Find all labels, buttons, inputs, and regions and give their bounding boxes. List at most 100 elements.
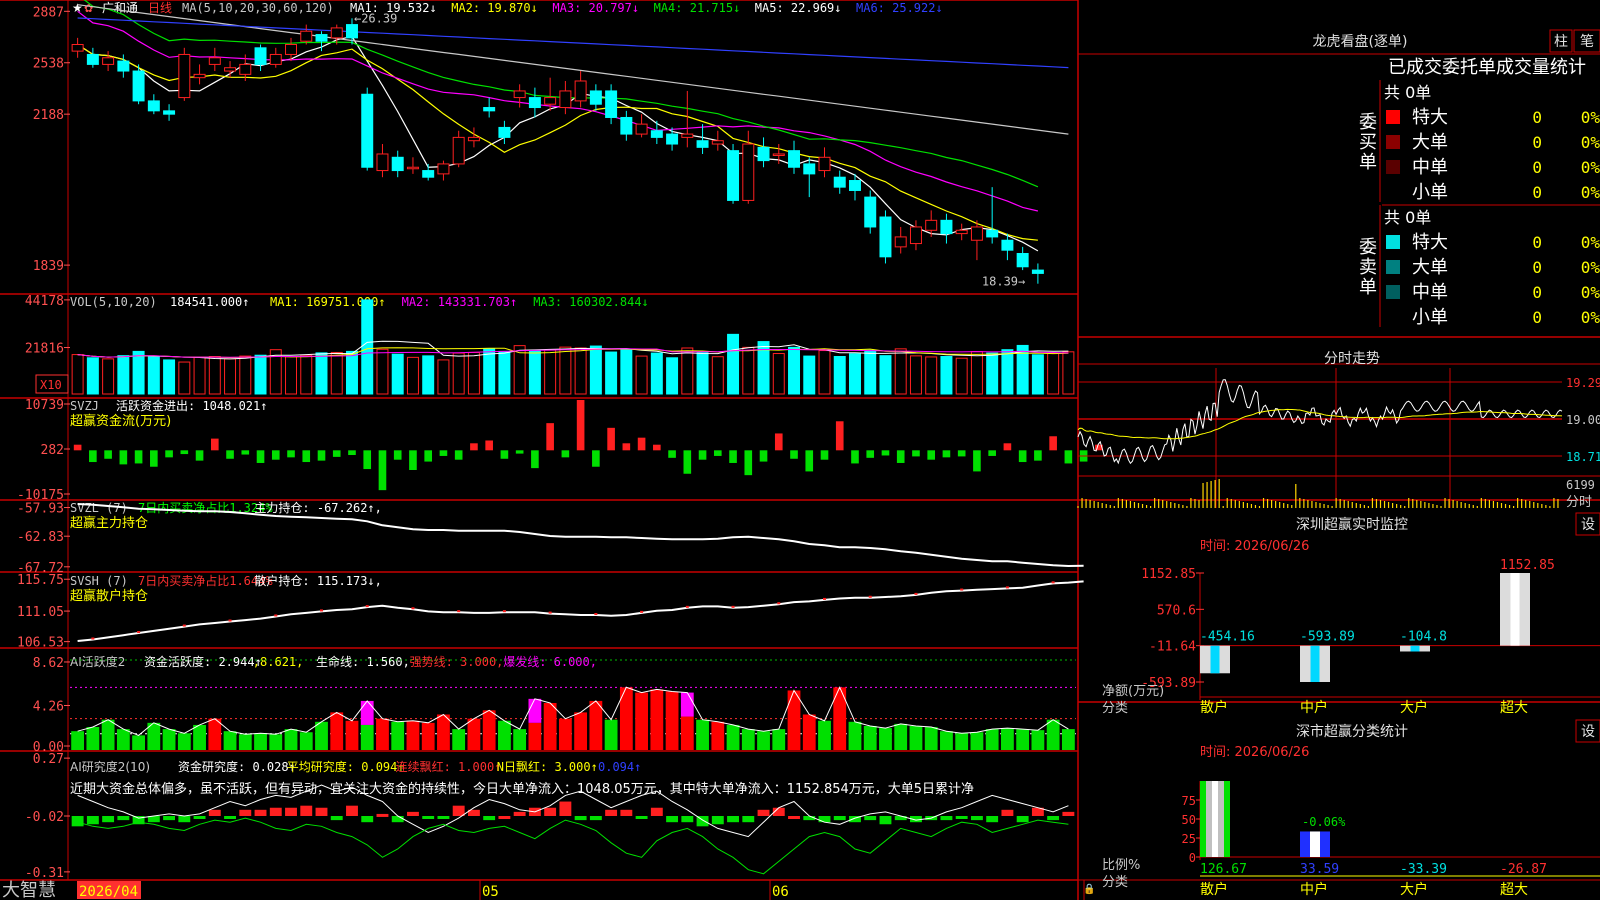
- y-tick-label: 0.27: [33, 752, 64, 767]
- volume-bar: [864, 349, 877, 395]
- fund-flow-bar: [881, 450, 890, 456]
- order-count: 0: [1532, 158, 1542, 177]
- fund-flow-bar: [195, 450, 204, 461]
- fund-flow-bar: [134, 450, 143, 464]
- fund-flow-bar: [454, 450, 463, 460]
- volume-bar: [406, 356, 419, 395]
- fund-flow-bar: [180, 450, 189, 455]
- ai-research-bar: [498, 816, 511, 819]
- ai-research-bar: [208, 809, 221, 816]
- ai-active-bar: [940, 731, 953, 750]
- order-type-label: 特大: [1412, 107, 1448, 128]
- ai-active-bar: [589, 700, 603, 750]
- burst-marker: [360, 700, 374, 725]
- lock-icon[interactable]: 🔒: [1083, 883, 1095, 895]
- month-label: 05: [482, 884, 499, 900]
- ai-active-bar: [177, 733, 191, 750]
- y-tick-label: 44178: [25, 294, 64, 309]
- monitor-title: 深圳超赢实时监控: [1296, 516, 1408, 533]
- classify-y-label: 25: [1182, 832, 1196, 846]
- ai-active-bar: [757, 731, 770, 750]
- ai-research-bar: [513, 811, 526, 816]
- fund-flow-bar: [531, 450, 539, 469]
- candle-body: [1031, 269, 1044, 274]
- fund-flow-bar: [515, 450, 524, 454]
- ai-active-bar: [223, 731, 237, 750]
- volume-bar: [86, 357, 99, 395]
- volume-bar: [909, 355, 922, 395]
- ai-active-bar: [543, 703, 557, 750]
- fund-flow-bar: [805, 450, 814, 472]
- legend-item: 资金活跃度: 2.944↑: [144, 654, 262, 669]
- legend-item: MA6: 25.922↓: [856, 1, 943, 15]
- fund-flow-bar: [973, 450, 981, 472]
- candle-body: [864, 196, 877, 228]
- star-icon[interactable]: ★: [72, 1, 83, 15]
- classify-time: 时间: 2026/06/26: [1200, 745, 1309, 760]
- order-pct: 0%: [1581, 308, 1600, 327]
- settings-icon[interactable]: ✿: [84, 2, 93, 15]
- ai-active-bar: [330, 712, 344, 750]
- ai-active-bar: [421, 722, 435, 750]
- ai-research-bar: [483, 816, 496, 821]
- retail-position-dot: [731, 605, 735, 608]
- legend-item: 7日内买卖净占比1.644%: [138, 573, 273, 588]
- ai-research-bar: [711, 816, 724, 825]
- fund-flow-bar: [957, 450, 966, 457]
- vol-ma-legend: MA1: 169751.000↑ MA2: 143331.703↑ MA3: 160…: [270, 295, 649, 309]
- fund-flow-bar: [820, 450, 829, 460]
- fund-flow-bar: [150, 450, 158, 467]
- ai-research-commentary: 近期大资金总体偏多，虽不活跃，但有异动，宜关注大资金的持续性，今日大单净流入：1…: [70, 781, 974, 797]
- retail-position-dot: [868, 595, 872, 598]
- fund-flow-bar: [1034, 450, 1042, 461]
- retail-position-dot: [91, 637, 95, 640]
- ai-research-bar: [574, 816, 587, 821]
- ai-active-bar: [696, 719, 709, 750]
- order-count: 0: [1532, 233, 1542, 252]
- svsh-indicator-name: SVSH (7): [70, 574, 128, 588]
- candle-body: [955, 229, 968, 235]
- legend-item: MA2: 143331.703↑: [402, 295, 518, 309]
- ai-research-bar: [285, 807, 297, 816]
- candle-body: [467, 136, 480, 142]
- ai-research-bar: [86, 816, 99, 825]
- fund-flow-bar: [226, 450, 234, 459]
- candle-body: [422, 170, 435, 178]
- candle-body: [742, 143, 755, 201]
- volume-bar: [650, 352, 663, 395]
- side-label-char: 单: [1359, 277, 1377, 298]
- volume-bar: [605, 351, 618, 395]
- monitor-bar-highlight: [1410, 645, 1420, 652]
- period-label[interactable]: 日线: [148, 1, 172, 15]
- candle-body: [925, 219, 938, 231]
- order-pct: 0%: [1581, 233, 1600, 252]
- ai-active-bar: [985, 729, 999, 750]
- ai-research-bar: [102, 816, 115, 823]
- fund-flow-bar: [835, 421, 844, 451]
- intraday-y-label: 19.29: [1566, 376, 1600, 390]
- candle-body: [833, 176, 846, 188]
- candle-body: [132, 70, 145, 102]
- candle-body: [666, 133, 679, 145]
- y-tick-label: 1839: [33, 259, 64, 274]
- legend-item: 0.094↑: [598, 760, 641, 774]
- brand-logo: 大智慧: [2, 880, 56, 900]
- monitor-time: 时间: 2026/06/26: [1200, 539, 1309, 554]
- order-count: 0: [1532, 133, 1542, 152]
- fund-flow-bar: [165, 450, 173, 458]
- ai-active-bar: [345, 720, 359, 750]
- y-tick-label: 4.26: [33, 700, 64, 715]
- candle-body: [437, 163, 450, 175]
- volume-bar: [147, 356, 160, 395]
- monitor-bar-highlight: [1210, 645, 1220, 674]
- candle-body: [483, 107, 496, 112]
- volume-bar: [589, 345, 602, 395]
- volume-bar: [879, 355, 892, 395]
- order-pct: 0%: [1581, 108, 1600, 127]
- svzj-indicator-name: SVZJ: [70, 399, 99, 413]
- volume-bar: [254, 354, 267, 395]
- fund-flow-bar: [744, 450, 753, 476]
- fund-flow-bar: [988, 450, 996, 456]
- volume-bar: [559, 346, 572, 395]
- fund-flow-bar: [1064, 450, 1073, 464]
